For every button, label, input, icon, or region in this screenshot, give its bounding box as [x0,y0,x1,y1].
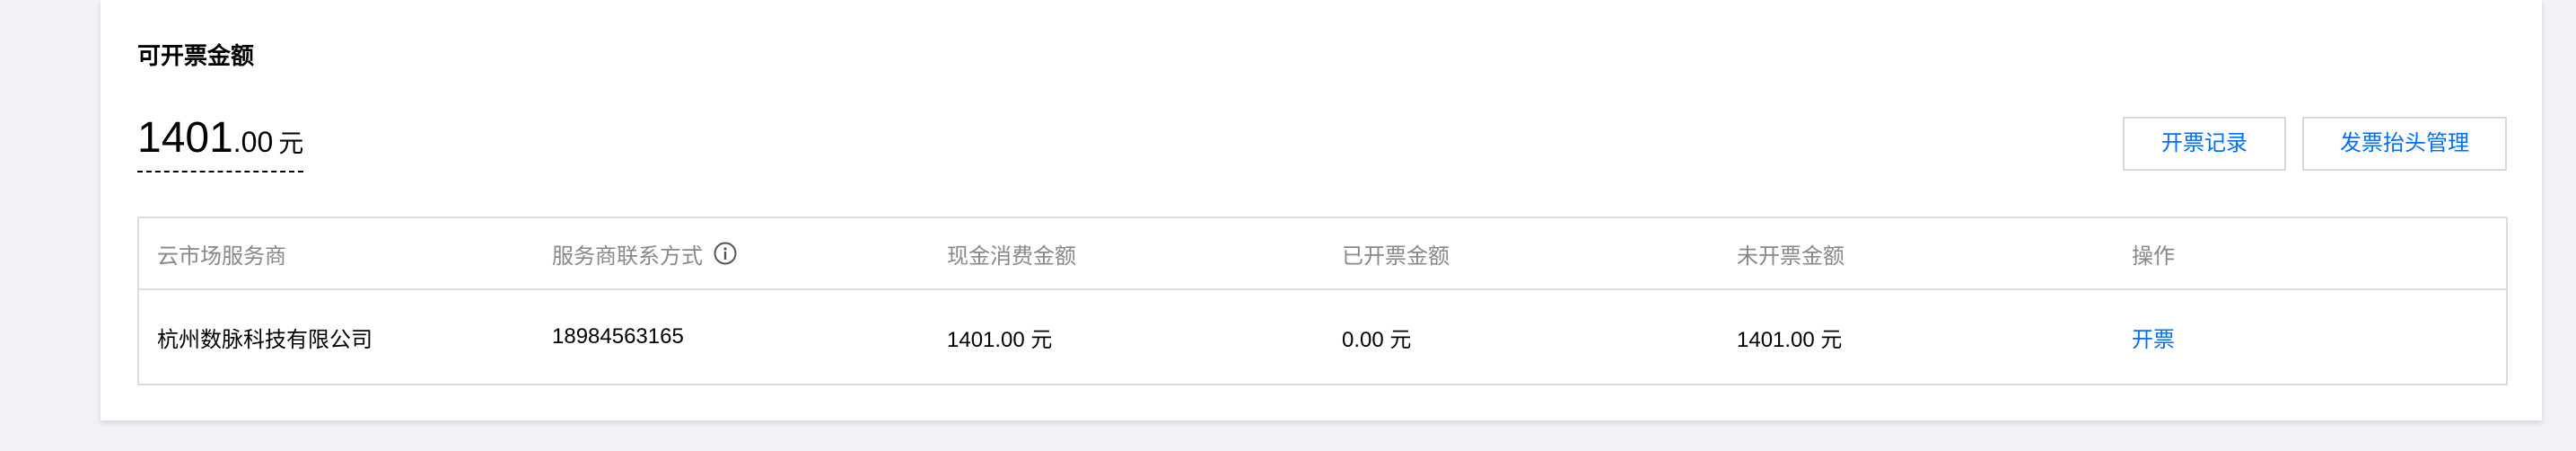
amount-decimal: .00 [232,126,274,158]
cell-invoiced: 0.00 元 [1342,327,1412,352]
issue-invoice-link-text[interactable]: 开票 [2132,322,2175,353]
section-title: 可开票金额 [137,42,255,69]
invoice-card: 可开票金额 1401.00 元 开票记录 发票抬头管理 云市场服务商 服务商联系方… [101,0,2542,420]
table-row: 杭州数脉科技有限公司 18984563165 1401.00 元 0.00 元 … [139,290,2506,384]
info-icon[interactable] [714,242,737,265]
invoice-table: 云市场服务商 服务商联系方式 现金消费金额 已开票金额 未开票金额 操作 杭州数… [137,217,2508,385]
column-header-uninvoiced: 未开票金额 [1737,243,1844,269]
amount-unit: 元 [278,129,304,157]
cell-contact: 18984563165 [552,324,684,349]
cell-cash-spent: 1401.00 元 [947,327,1053,352]
column-header-invoiced: 已开票金额 [1342,243,1450,269]
invoice-header-management-button[interactable]: 发票抬头管理 [2302,117,2507,171]
column-header-cash-spent: 现金消费金额 [947,243,1076,269]
issue-invoice-link[interactable]: 开票 [2132,290,2175,384]
column-header-provider: 云市场服务商 [157,243,286,269]
invoice-records-button[interactable]: 开票记录 [2123,117,2286,171]
amount-integer: 1401 [137,114,233,162]
invoiceable-amount[interactable]: 1401.00 元 [137,111,304,172]
table-header-row: 云市场服务商 服务商联系方式 现金消费金额 已开票金额 未开票金额 操作 [139,218,2506,290]
cell-uninvoiced: 1401.00 元 [1737,327,1843,352]
cell-provider: 杭州数脉科技有限公司 [157,327,372,352]
column-header-actions: 操作 [2132,243,2175,269]
column-header-contact: 服务商联系方式 [552,218,737,288]
